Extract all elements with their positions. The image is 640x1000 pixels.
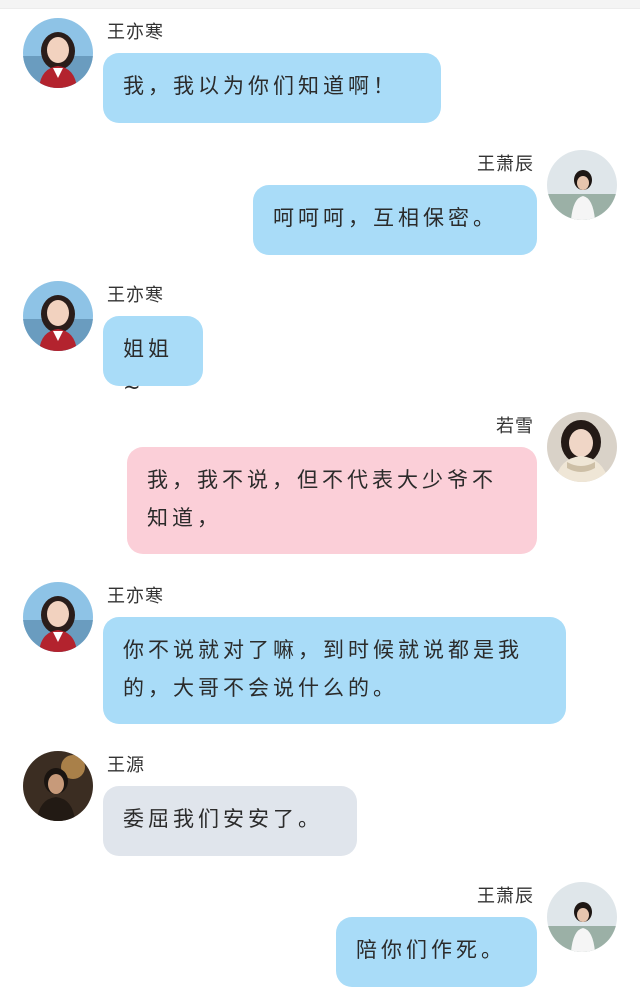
message-text: 姐姐~ <box>123 337 173 399</box>
message-text: 我，我以为你们知道啊！ <box>123 74 398 98</box>
top-divider <box>0 0 640 9</box>
girl-scarf-avatar[interactable] <box>547 412 617 482</box>
sender-name: 王亦寒 <box>107 22 164 43</box>
message-text: 陪你们作死。 <box>356 938 506 962</box>
sender-name: 王萧辰 <box>477 154 534 175</box>
girl-red-uniform-avatar[interactable] <box>23 18 93 88</box>
sender-name: 若雪 <box>496 416 534 437</box>
sender-name: 王源 <box>107 755 145 776</box>
message-bubble[interactable]: 我，我不说，但不代表大少爷不知道， <box>127 447 537 554</box>
message-text: 委屈我们安安了。 <box>123 807 323 831</box>
sender-name: 王萧辰 <box>477 886 534 907</box>
sender-name: 王亦寒 <box>107 285 164 306</box>
sender-name: 王亦寒 <box>107 586 164 607</box>
girl-red-uniform-avatar[interactable] <box>23 582 93 652</box>
message-bubble[interactable]: 委屈我们安安了。 <box>103 786 357 856</box>
message-bubble[interactable]: 呵呵呵，互相保密。 <box>253 185 537 255</box>
message-text: 你不说就对了嘛，到时候就说都是我的，大哥不会说什么的。 <box>123 638 523 700</box>
message-bubble[interactable]: 姐姐~ <box>103 316 203 399</box>
boy-white-shirt-avatar[interactable] <box>547 882 617 952</box>
message-bubble[interactable]: 你不说就对了嘛，到时候就说都是我的，大哥不会说什么的。 <box>103 617 566 724</box>
boy-stage-light-avatar[interactable] <box>23 751 93 821</box>
message-text: 我，我不说，但不代表大少爷不知道， <box>147 468 497 530</box>
message-text: 呵呵呵，互相保密。 <box>273 206 498 230</box>
message-bubble[interactable]: 我，我以为你们知道啊！ <box>103 53 441 123</box>
message-bubble[interactable]: 陪你们作死。 <box>336 917 537 987</box>
girl-red-uniform-avatar[interactable] <box>23 281 93 351</box>
boy-white-shirt-avatar[interactable] <box>547 150 617 220</box>
